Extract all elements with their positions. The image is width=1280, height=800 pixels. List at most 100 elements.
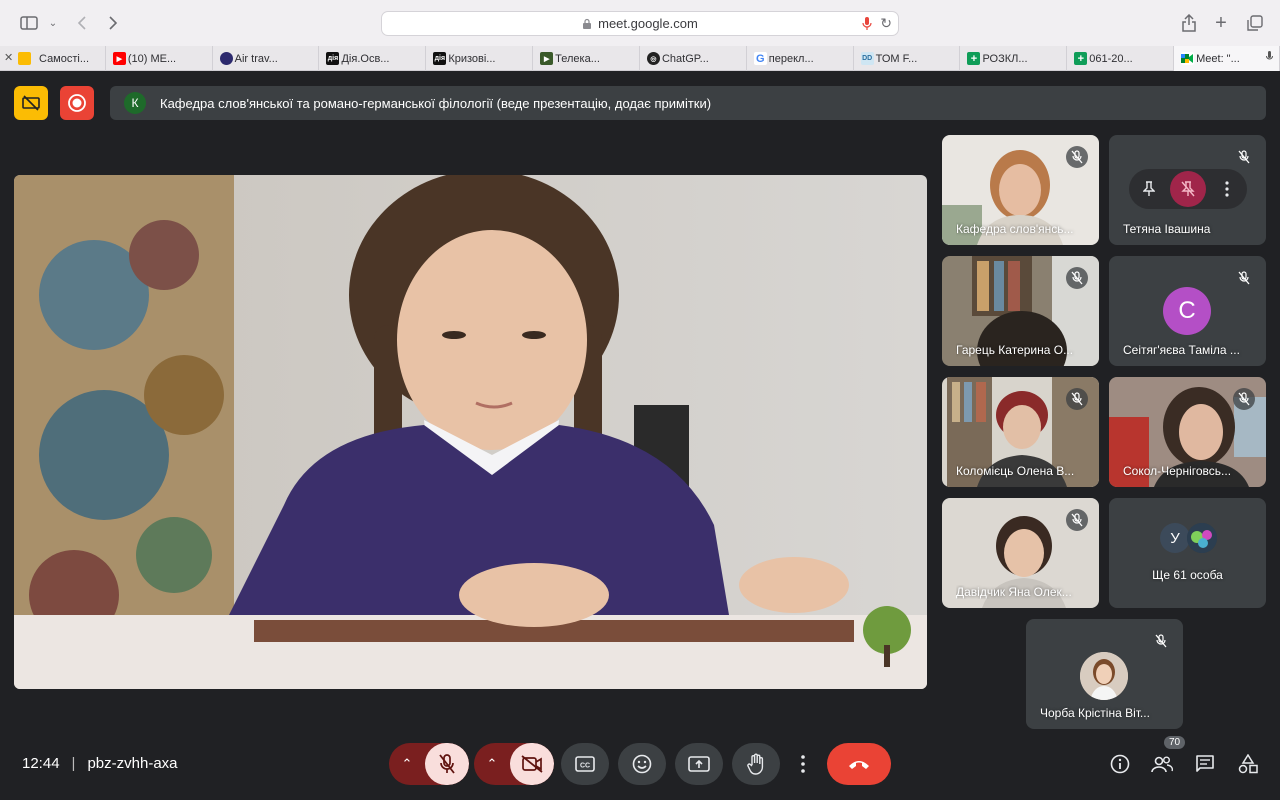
participant-tile[interactable]: Давідчик Яна Олек...	[942, 498, 1099, 608]
more-options-button[interactable]	[790, 743, 816, 785]
activities-icon	[1238, 754, 1258, 774]
diia-icon: дія	[326, 52, 340, 65]
mic-recording-icon[interactable]	[862, 16, 872, 34]
call-end-icon	[849, 761, 869, 769]
participant-name: Коломієць Олена В...	[956, 464, 1075, 478]
tab-strip: ✕ Самості... ▶ (10) ME... Air trav... ді…	[0, 46, 1280, 71]
participant-tile[interactable]: Коломієць Олена В...	[942, 377, 1099, 487]
participant-tile[interactable]: Чорба Крістіна Віт...	[1026, 619, 1183, 729]
more-participants-label: Ще 61 особа	[1152, 568, 1223, 582]
present-to-all-icon	[688, 756, 710, 772]
tab-2[interactable]: ▶ (10) ME...	[106, 46, 213, 71]
tab-label: 061-20...	[1089, 52, 1133, 65]
mic-off-icon	[1066, 146, 1088, 168]
people-button[interactable]	[1150, 752, 1174, 776]
raise-hand-button[interactable]	[732, 743, 780, 785]
meeting-code: pbz-zvhh-axa	[87, 755, 178, 772]
tab-9[interactable]: DD ТОМ F...	[854, 46, 961, 71]
diia-icon: дія	[433, 52, 447, 65]
tab-label: Самості...	[39, 52, 90, 65]
tab-label: ChatGP...	[661, 52, 709, 65]
camera-toggle-button[interactable]	[510, 743, 554, 785]
camera-off-icon	[521, 755, 543, 773]
participant-avatar-photo	[1187, 523, 1217, 553]
presentation-stop-button[interactable]	[14, 86, 48, 120]
tab-label: Дія.Осв...	[341, 52, 390, 65]
pin-off-icon	[1181, 181, 1195, 197]
participant-name: Кафедра слов'янсь...	[956, 222, 1074, 236]
tab-audio-icon[interactable]	[1265, 51, 1273, 66]
participant-count-badge: 70	[1164, 736, 1186, 749]
captions-button[interactable]: CC	[561, 743, 609, 785]
mic-off-icon	[1066, 267, 1088, 289]
forward-icon[interactable]	[102, 12, 124, 34]
participant-tile-hovered[interactable]: Тетяна Івашина	[1109, 135, 1266, 245]
microphone-control: ⌃	[389, 743, 469, 785]
hand-icon	[747, 753, 764, 775]
mic-off-icon	[1233, 388, 1255, 410]
video-options-button[interactable]: ⌃	[474, 743, 510, 785]
sidebar-toggle-icon[interactable]	[18, 12, 40, 34]
close-tab-icon[interactable]: ✕	[4, 51, 13, 64]
chatgpt-icon: ◎	[646, 52, 660, 65]
tab-11[interactable]: + 061-20...	[1067, 46, 1175, 71]
participant-name: Сокол-Черніговсь...	[1123, 464, 1232, 478]
more-participants-tile[interactable]: У Ще 61 особа	[1109, 498, 1266, 608]
info-icon	[1110, 754, 1130, 774]
leave-call-button[interactable]	[827, 743, 891, 785]
chat-icon	[1196, 755, 1214, 772]
more-vert-icon	[1225, 181, 1229, 197]
video-frame	[14, 175, 927, 689]
app-icon	[219, 52, 233, 65]
microphone-toggle-button[interactable]	[425, 743, 469, 785]
chat-button[interactable]	[1193, 752, 1217, 776]
lock-icon	[583, 18, 592, 29]
address-bar[interactable]: meet.google.com ↻	[381, 11, 899, 36]
chevron-down-icon[interactable]: ⌄	[42, 12, 64, 34]
audio-options-button[interactable]: ⌃	[389, 743, 425, 785]
share-icon[interactable]	[1178, 12, 1200, 34]
tab-8[interactable]: G перекл...	[747, 46, 854, 71]
tab-12-active[interactable]: Meet: "...	[1174, 46, 1280, 71]
tab-10[interactable]: + РОЗКЛ...	[960, 46, 1068, 71]
participant-name: Чорба Крістіна Віт...	[1040, 706, 1150, 720]
meeting-details-button[interactable]	[1108, 752, 1132, 776]
mic-off-icon	[1066, 509, 1088, 531]
back-icon[interactable]	[71, 12, 93, 34]
participant-tile[interactable]: С Сеітяг'яєва Таміла ...	[1109, 256, 1266, 366]
remove-button[interactable]	[1169, 171, 1206, 207]
present-screen-button[interactable]	[675, 743, 723, 785]
tab-label: Кризові...	[448, 52, 496, 65]
participant-name: Сеітяг'яєва Таміла ...	[1123, 343, 1240, 357]
tab-5[interactable]: дія Кризові...	[426, 46, 534, 71]
more-vert-icon	[801, 755, 805, 773]
record-icon	[68, 94, 86, 112]
reactions-button[interactable]	[618, 743, 666, 785]
url-text: meet.google.com	[598, 16, 698, 31]
mic-off-icon	[439, 754, 455, 774]
emoji-icon	[632, 754, 652, 774]
more-options-button[interactable]	[1209, 171, 1245, 207]
tab-3[interactable]: Air trav...	[213, 46, 320, 71]
sheets-icon: +	[1074, 52, 1088, 65]
activities-button[interactable]	[1236, 752, 1260, 776]
presentation-video[interactable]	[14, 175, 927, 689]
camera-control: ⌃	[474, 743, 554, 785]
reload-icon[interactable]: ↻	[880, 15, 892, 32]
participant-tile[interactable]: Сокол-Черніговсь...	[1109, 377, 1266, 487]
tab-1[interactable]: ✕ Самості...	[0, 46, 106, 71]
tab-7[interactable]: ◎ ChatGP...	[640, 46, 747, 71]
tab-overview-icon[interactable]	[1244, 12, 1266, 34]
tab-label: РОЗКЛ...	[982, 52, 1028, 65]
classroom-icon	[18, 52, 31, 65]
present-off-icon	[22, 95, 40, 111]
tab-6[interactable]: ▶ Телека...	[533, 46, 640, 71]
tab-4[interactable]: дія Дія.Осв...	[319, 46, 427, 71]
participant-tile[interactable]: Гарець Катерина О...	[942, 256, 1099, 366]
presenter-text: Кафедра слов'янської та романо-германськ…	[160, 95, 712, 111]
new-tab-icon[interactable]: +	[1210, 12, 1232, 34]
participant-tile[interactable]: Кафедра слов'янсь...	[942, 135, 1099, 245]
recording-button[interactable]	[60, 86, 94, 120]
pin-button[interactable]	[1131, 171, 1167, 207]
meet-icon	[1181, 52, 1195, 65]
